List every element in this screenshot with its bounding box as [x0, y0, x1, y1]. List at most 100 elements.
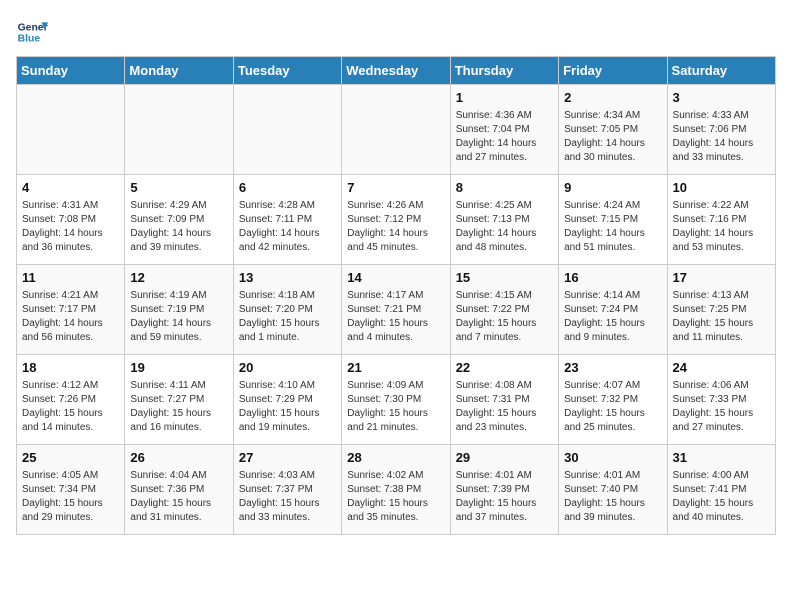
day-info-line: Sunrise: 4:29 AM — [130, 199, 227, 213]
day-number: 30 — [564, 449, 661, 467]
calendar-cell: 16Sunrise: 4:14 AMSunset: 7:24 PMDayligh… — [559, 265, 667, 355]
day-info-line: Sunset: 7:38 PM — [347, 483, 444, 497]
day-info-line: Daylight: 15 hours — [673, 497, 770, 511]
day-info-line: and 36 minutes. — [22, 241, 119, 255]
day-number: 12 — [130, 269, 227, 287]
calendar-cell: 22Sunrise: 4:08 AMSunset: 7:31 PMDayligh… — [450, 355, 558, 445]
day-info-line: Sunset: 7:12 PM — [347, 213, 444, 227]
calendar-cell: 9Sunrise: 4:24 AMSunset: 7:15 PMDaylight… — [559, 175, 667, 265]
day-number: 28 — [347, 449, 444, 467]
calendar-cell: 25Sunrise: 4:05 AMSunset: 7:34 PMDayligh… — [17, 445, 125, 535]
day-info-line: Daylight: 14 hours — [22, 317, 119, 331]
week-row-1: 1Sunrise: 4:36 AMSunset: 7:04 PMDaylight… — [17, 85, 776, 175]
day-info-line: Sunset: 7:34 PM — [22, 483, 119, 497]
day-info-line: Sunset: 7:33 PM — [673, 393, 770, 407]
day-info-line: Daylight: 14 hours — [22, 227, 119, 241]
day-info-line: Sunrise: 4:28 AM — [239, 199, 336, 213]
day-info-line: Sunrise: 4:10 AM — [239, 379, 336, 393]
day-number: 23 — [564, 359, 661, 377]
calendar-cell: 2Sunrise: 4:34 AMSunset: 7:05 PMDaylight… — [559, 85, 667, 175]
day-info-line: Sunrise: 4:08 AM — [456, 379, 553, 393]
day-number: 5 — [130, 179, 227, 197]
week-row-4: 18Sunrise: 4:12 AMSunset: 7:26 PMDayligh… — [17, 355, 776, 445]
day-info-line: and 16 minutes. — [130, 421, 227, 435]
day-number: 31 — [673, 449, 770, 467]
day-info-line: Sunrise: 4:18 AM — [239, 289, 336, 303]
day-info-line: and 11 minutes. — [673, 331, 770, 345]
calendar-cell: 4Sunrise: 4:31 AMSunset: 7:08 PMDaylight… — [17, 175, 125, 265]
day-info-line: Sunset: 7:05 PM — [564, 123, 661, 137]
day-info-line: Daylight: 15 hours — [22, 497, 119, 511]
calendar-cell: 23Sunrise: 4:07 AMSunset: 7:32 PMDayligh… — [559, 355, 667, 445]
day-number: 7 — [347, 179, 444, 197]
day-number: 2 — [564, 89, 661, 107]
day-info-line: and 21 minutes. — [347, 421, 444, 435]
calendar-cell: 5Sunrise: 4:29 AMSunset: 7:09 PMDaylight… — [125, 175, 233, 265]
day-info-line: Sunrise: 4:19 AM — [130, 289, 227, 303]
day-info-line: Daylight: 15 hours — [130, 407, 227, 421]
weekday-header-monday: Monday — [125, 57, 233, 85]
calendar-cell — [125, 85, 233, 175]
day-info-line: Sunrise: 4:12 AM — [22, 379, 119, 393]
day-number: 13 — [239, 269, 336, 287]
day-info-line: Sunset: 7:41 PM — [673, 483, 770, 497]
day-info-line: Sunrise: 4:13 AM — [673, 289, 770, 303]
day-info-line: Sunset: 7:11 PM — [239, 213, 336, 227]
calendar-cell: 1Sunrise: 4:36 AMSunset: 7:04 PMDaylight… — [450, 85, 558, 175]
day-info-line: and 33 minutes. — [239, 511, 336, 525]
day-info-line: Sunset: 7:17 PM — [22, 303, 119, 317]
day-info-line: Daylight: 15 hours — [564, 497, 661, 511]
day-info-line: Sunrise: 4:24 AM — [564, 199, 661, 213]
weekday-header-sunday: Sunday — [17, 57, 125, 85]
day-info-line: Sunset: 7:37 PM — [239, 483, 336, 497]
day-info-line: Sunset: 7:21 PM — [347, 303, 444, 317]
day-info-line: Sunset: 7:26 PM — [22, 393, 119, 407]
calendar-cell — [17, 85, 125, 175]
day-info-line: and 59 minutes. — [130, 331, 227, 345]
day-info-line: Sunrise: 4:05 AM — [22, 469, 119, 483]
day-info-line: Sunset: 7:13 PM — [456, 213, 553, 227]
day-info-line: Daylight: 14 hours — [456, 137, 553, 151]
day-info-line: Sunset: 7:16 PM — [673, 213, 770, 227]
day-info-line: Sunrise: 4:00 AM — [673, 469, 770, 483]
day-number: 26 — [130, 449, 227, 467]
day-number: 29 — [456, 449, 553, 467]
day-info-line: Daylight: 14 hours — [564, 227, 661, 241]
day-number: 6 — [239, 179, 336, 197]
day-info-line: Sunrise: 4:17 AM — [347, 289, 444, 303]
calendar-cell — [342, 85, 450, 175]
day-info-line: Sunrise: 4:07 AM — [564, 379, 661, 393]
day-number: 16 — [564, 269, 661, 287]
day-info-line: and 27 minutes. — [456, 151, 553, 165]
day-info-line: and 53 minutes. — [673, 241, 770, 255]
day-number: 1 — [456, 89, 553, 107]
day-number: 27 — [239, 449, 336, 467]
weekday-header-friday: Friday — [559, 57, 667, 85]
day-info-line: Sunset: 7:19 PM — [130, 303, 227, 317]
day-number: 19 — [130, 359, 227, 377]
day-info-line: Sunrise: 4:22 AM — [673, 199, 770, 213]
day-info-line: Sunset: 7:20 PM — [239, 303, 336, 317]
day-info-line: Daylight: 15 hours — [456, 317, 553, 331]
day-info-line: Daylight: 14 hours — [564, 137, 661, 151]
calendar-cell: 28Sunrise: 4:02 AMSunset: 7:38 PMDayligh… — [342, 445, 450, 535]
day-info-line: and 31 minutes. — [130, 511, 227, 525]
day-info-line: and 30 minutes. — [564, 151, 661, 165]
day-info-line: Sunrise: 4:04 AM — [130, 469, 227, 483]
day-info-line: Sunset: 7:24 PM — [564, 303, 661, 317]
day-info-line: Sunset: 7:36 PM — [130, 483, 227, 497]
day-info-line: and 9 minutes. — [564, 331, 661, 345]
day-info-line: and 25 minutes. — [564, 421, 661, 435]
calendar-cell: 18Sunrise: 4:12 AMSunset: 7:26 PMDayligh… — [17, 355, 125, 445]
calendar-cell: 6 Sunrise: 4:28 AMSunset: 7:11 PMDaylight… — [233, 175, 341, 265]
day-number: 17 — [673, 269, 770, 287]
day-info-line: Daylight: 14 hours — [239, 227, 336, 241]
day-info-line: Sunrise: 4:14 AM — [564, 289, 661, 303]
day-info-line: Sunset: 7:22 PM — [456, 303, 553, 317]
calendar-cell — [233, 85, 341, 175]
day-info-line: and 56 minutes. — [22, 331, 119, 345]
day-info-line: Daylight: 15 hours — [456, 497, 553, 511]
day-info-line: Daylight: 15 hours — [347, 317, 444, 331]
day-info-line: and 39 minutes. — [564, 511, 661, 525]
day-info-line: Daylight: 14 hours — [673, 227, 770, 241]
